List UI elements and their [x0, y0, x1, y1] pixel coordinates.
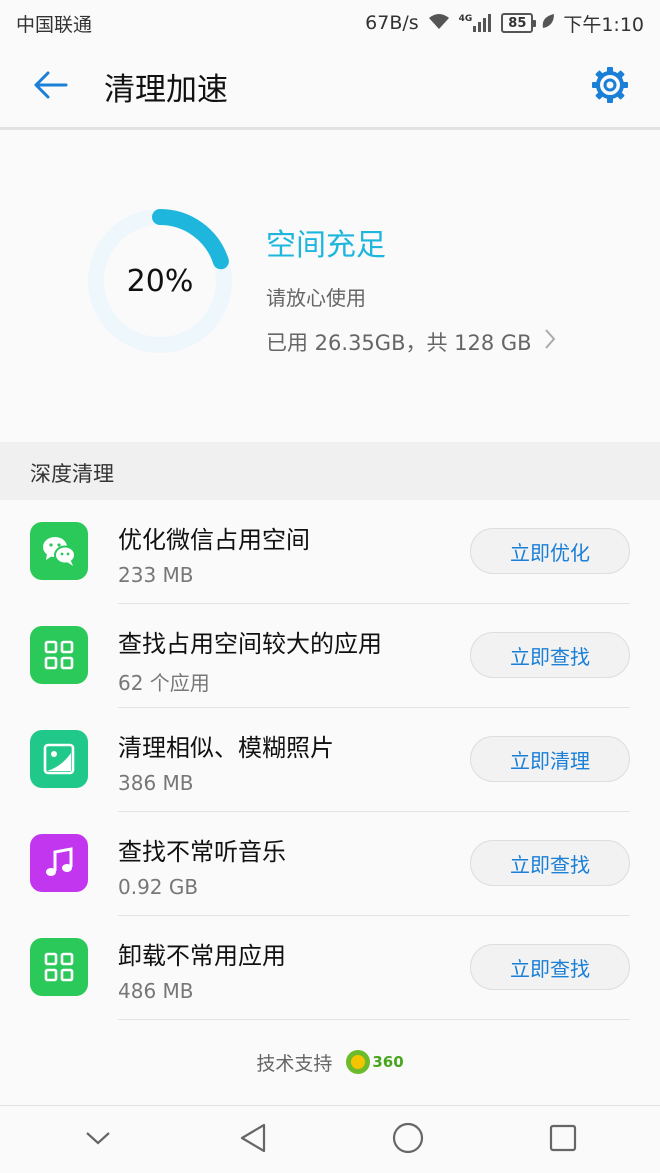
logo-360-icon: [346, 1050, 371, 1074]
item-title: 查找不常听音乐: [118, 838, 286, 866]
arrow-left-icon: [32, 70, 68, 104]
chevron-right-icon: [544, 327, 556, 357]
nav-collapse-button[interactable]: [68, 1110, 128, 1170]
wifi-icon: [427, 11, 451, 36]
item-subtitle: 233 MB: [118, 563, 194, 587]
nav-recents-button[interactable]: [533, 1110, 593, 1170]
gear-icon: [591, 66, 629, 108]
apps-grid-icon: [30, 938, 88, 996]
nav-home-button[interactable]: [378, 1110, 438, 1170]
circle-home-icon: [392, 1122, 424, 1158]
apps-grid-icon: [30, 626, 88, 684]
storage-usage-link[interactable]: 已用 26.35GB，共 128 GB: [266, 327, 556, 357]
wechat-icon: [30, 522, 88, 580]
network-type: 4G: [458, 14, 473, 24]
leaf-icon: [541, 12, 555, 34]
list-item-music[interactable]: 查找不常听音乐 0.92 GB 立即查找: [0, 812, 660, 916]
chevron-down-icon: [85, 1130, 111, 1150]
item-subtitle: 486 MB: [118, 979, 194, 1003]
item-subtitle: 62 个应用: [118, 671, 210, 695]
find-large-apps-button[interactable]: 立即查找: [470, 632, 630, 678]
signal-icon: 4G: [459, 14, 494, 32]
clock: 下午1:10: [563, 13, 644, 36]
storage-info: 空间充足 请放心使用 已用 26.35GB，共 128 GB: [266, 220, 556, 357]
battery-indicator: 85: [501, 13, 537, 33]
find-music-button[interactable]: 立即查找: [470, 840, 630, 886]
logo-360-text: 360: [372, 1053, 404, 1071]
item-subtitle: 386 MB: [118, 771, 194, 795]
carrier-label: 中国联通: [16, 13, 93, 36]
item-subtitle: 0.92 GB: [118, 875, 199, 899]
deep-clean-list: 优化微信占用空间 233 MB 立即优化 查找占用空间较大的应用 62 个应用 …: [0, 500, 660, 1020]
page-title: 清理加速: [104, 72, 228, 108]
music-note-icon: [30, 834, 88, 892]
clean-photos-button[interactable]: 立即清理: [470, 736, 630, 782]
storage-hint: 请放心使用: [266, 286, 366, 310]
status-indicators: 67B/s 4G 85 下午1:10: [365, 10, 644, 37]
list-item-large-apps[interactable]: 查找占用空间较大的应用 62 个应用 立即查找: [0, 604, 660, 708]
photo-icon: [30, 730, 88, 788]
list-item-similar-photos[interactable]: 清理相似、模糊照片 386 MB 立即清理: [0, 708, 660, 812]
navigation-bar: [0, 1105, 660, 1173]
optimize-wechat-button[interactable]: 立即优化: [470, 528, 630, 574]
nav-back-button[interactable]: [223, 1110, 283, 1170]
square-recents-icon: [548, 1123, 578, 1157]
section-header: 深度清理: [0, 442, 660, 500]
powered-by: 技术支持 360: [0, 1040, 660, 1084]
find-unused-apps-button[interactable]: 立即查找: [470, 944, 630, 990]
status-bar: 中国联通 67B/s 4G 85 下午1:10: [0, 0, 660, 46]
item-title: 优化微信占用空间: [118, 526, 310, 554]
item-title: 卸载不常用应用: [118, 942, 286, 970]
item-title: 查找占用空间较大的应用: [118, 630, 382, 658]
storage-usage: 已用 26.35GB，共 128 GB: [266, 331, 532, 355]
list-item-wechat[interactable]: 优化微信占用空间 233 MB 立即优化: [0, 500, 660, 604]
logo-360: 360: [346, 1050, 404, 1074]
settings-button[interactable]: [574, 45, 646, 129]
app-bar: 清理加速: [0, 46, 660, 130]
triangle-back-icon: [239, 1122, 267, 1158]
item-title: 清理相似、模糊照片: [118, 734, 334, 762]
storage-summary: 20% 空间充足 请放心使用 已用 26.35GB，共 128 GB: [0, 130, 660, 442]
divider: [118, 1019, 630, 1020]
storage-status: 空间充足: [266, 228, 386, 263]
list-item-uninstall-apps[interactable]: 卸载不常用应用 486 MB 立即查找: [0, 916, 660, 1020]
storage-ring: 20%: [86, 207, 234, 355]
powered-by-label: 技术支持: [256, 1052, 333, 1075]
back-button[interactable]: [14, 45, 86, 129]
network-speed: 67B/s: [365, 12, 419, 34]
storage-percent: 20%: [126, 263, 194, 299]
